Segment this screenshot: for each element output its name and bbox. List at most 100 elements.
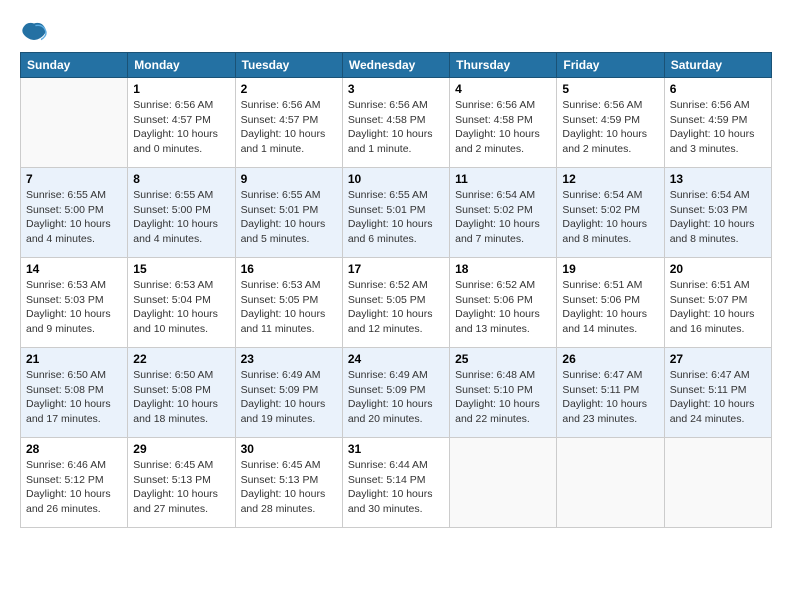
- day-info: Sunrise: 6:51 AM Sunset: 5:06 PM Dayligh…: [562, 278, 658, 337]
- calendar-cell: 4 Sunrise: 6:56 AM Sunset: 4:58 PM Daylig…: [450, 78, 557, 168]
- day-info: Sunrise: 6:55 AM Sunset: 5:01 PM Dayligh…: [241, 188, 337, 247]
- day-info: Sunrise: 6:56 AM Sunset: 4:57 PM Dayligh…: [133, 98, 229, 157]
- calendar-cell: 31Sunrise: 6:44 AM Sunset: 5:14 PM Dayli…: [342, 438, 449, 528]
- logo-icon: [20, 20, 48, 48]
- day-number: 16: [241, 262, 337, 276]
- calendar-cell: 15Sunrise: 6:53 AM Sunset: 5:04 PM Dayli…: [128, 258, 235, 348]
- day-number: 27: [670, 352, 766, 366]
- day-number: 9: [241, 172, 337, 186]
- day-info: Sunrise: 6:56 AM Sunset: 4:58 PM Dayligh…: [348, 98, 444, 157]
- day-info: Sunrise: 6:45 AM Sunset: 5:13 PM Dayligh…: [133, 458, 229, 517]
- calendar-cell: 12 Sunrise: 6:54 AM Sunset: 5:02 PM Dayli…: [557, 168, 664, 258]
- week-row-3: 14 Sunrise: 6:53 AM Sunset: 5:03 PM Dayli…: [21, 258, 772, 348]
- day-info: Sunrise: 6:50 AM Sunset: 5:08 PM Dayligh…: [133, 368, 229, 427]
- day-number: 6: [670, 82, 766, 96]
- day-info: Sunrise: 6:55 AM Sunset: 5:00 PM Dayligh…: [26, 188, 122, 247]
- day-info: Sunrise: 6:53 AM Sunset: 5:03 PM Dayligh…: [26, 278, 122, 337]
- day-info: Sunrise: 6:54 AM Sunset: 5:02 PM Dayligh…: [562, 188, 658, 247]
- calendar-cell: [557, 438, 664, 528]
- day-number: 18: [455, 262, 551, 276]
- day-info: Sunrise: 6:46 AM Sunset: 5:12 PM Dayligh…: [26, 458, 122, 517]
- calendar-header-row: SundayMondayTuesdayWednesdayThursdayFrid…: [21, 53, 772, 78]
- calendar-cell: 1 Sunrise: 6:56 AM Sunset: 4:57 PM Daylig…: [128, 78, 235, 168]
- calendar-cell: 6 Sunrise: 6:56 AM Sunset: 4:59 PM Daylig…: [664, 78, 771, 168]
- day-number: 29: [133, 442, 229, 456]
- calendar-cell: [450, 438, 557, 528]
- header-wednesday: Wednesday: [342, 53, 449, 78]
- day-number: 23: [241, 352, 337, 366]
- calendar-cell: 5 Sunrise: 6:56 AM Sunset: 4:59 PM Daylig…: [557, 78, 664, 168]
- day-info: Sunrise: 6:47 AM Sunset: 5:11 PM Dayligh…: [562, 368, 658, 427]
- calendar-cell: 25Sunrise: 6:48 AM Sunset: 5:10 PM Dayli…: [450, 348, 557, 438]
- calendar-cell: 26 Sunrise: 6:47 AM Sunset: 5:11 PM Dayli…: [557, 348, 664, 438]
- day-info: Sunrise: 6:47 AM Sunset: 5:11 PM Dayligh…: [670, 368, 766, 427]
- day-info: Sunrise: 6:52 AM Sunset: 5:05 PM Dayligh…: [348, 278, 444, 337]
- day-number: 11: [455, 172, 551, 186]
- day-number: 7: [26, 172, 122, 186]
- day-info: Sunrise: 6:53 AM Sunset: 5:04 PM Dayligh…: [133, 278, 229, 337]
- day-info: Sunrise: 6:50 AM Sunset: 5:08 PM Dayligh…: [26, 368, 122, 427]
- day-number: 19: [562, 262, 658, 276]
- calendar-cell: 20 Sunrise: 6:51 AM Sunset: 5:07 PM Dayli…: [664, 258, 771, 348]
- calendar-cell: 11 Sunrise: 6:54 AM Sunset: 5:02 PM Dayli…: [450, 168, 557, 258]
- calendar-cell: [21, 78, 128, 168]
- calendar-cell: 22 Sunrise: 6:50 AM Sunset: 5:08 PM Dayli…: [128, 348, 235, 438]
- day-info: Sunrise: 6:51 AM Sunset: 5:07 PM Dayligh…: [670, 278, 766, 337]
- day-info: Sunrise: 6:48 AM Sunset: 5:10 PM Dayligh…: [455, 368, 551, 427]
- day-number: 4: [455, 82, 551, 96]
- calendar-cell: 8 Sunrise: 6:55 AM Sunset: 5:00 PM Daylig…: [128, 168, 235, 258]
- day-info: Sunrise: 6:56 AM Sunset: 4:59 PM Dayligh…: [670, 98, 766, 157]
- day-info: Sunrise: 6:54 AM Sunset: 5:02 PM Dayligh…: [455, 188, 551, 247]
- day-info: Sunrise: 6:53 AM Sunset: 5:05 PM Dayligh…: [241, 278, 337, 337]
- calendar-cell: 13Sunrise: 6:54 AM Sunset: 5:03 PM Dayli…: [664, 168, 771, 258]
- day-info: Sunrise: 6:56 AM Sunset: 4:59 PM Dayligh…: [562, 98, 658, 157]
- day-info: Sunrise: 6:55 AM Sunset: 5:00 PM Dayligh…: [133, 188, 229, 247]
- calendar-cell: 21Sunrise: 6:50 AM Sunset: 5:08 PM Dayli…: [21, 348, 128, 438]
- calendar-cell: 16 Sunrise: 6:53 AM Sunset: 5:05 PM Dayli…: [235, 258, 342, 348]
- day-number: 22: [133, 352, 229, 366]
- calendar-cell: 28 Sunrise: 6:46 AM Sunset: 5:12 PM Dayli…: [21, 438, 128, 528]
- calendar-cell: 7 Sunrise: 6:55 AM Sunset: 5:00 PM Daylig…: [21, 168, 128, 258]
- calendar-cell: 14 Sunrise: 6:53 AM Sunset: 5:03 PM Dayli…: [21, 258, 128, 348]
- header-tuesday: Tuesday: [235, 53, 342, 78]
- day-info: Sunrise: 6:45 AM Sunset: 5:13 PM Dayligh…: [241, 458, 337, 517]
- day-number: 8: [133, 172, 229, 186]
- calendar-cell: 18 Sunrise: 6:52 AM Sunset: 5:06 PM Dayli…: [450, 258, 557, 348]
- day-number: 20: [670, 262, 766, 276]
- day-info: Sunrise: 6:49 AM Sunset: 5:09 PM Dayligh…: [348, 368, 444, 427]
- calendar-cell: 29 Sunrise: 6:45 AM Sunset: 5:13 PM Dayli…: [128, 438, 235, 528]
- day-number: 14: [26, 262, 122, 276]
- day-number: 5: [562, 82, 658, 96]
- week-row-4: 21Sunrise: 6:50 AM Sunset: 5:08 PM Dayli…: [21, 348, 772, 438]
- calendar-cell: 3 Sunrise: 6:56 AM Sunset: 4:58 PM Daylig…: [342, 78, 449, 168]
- calendar-table: SundayMondayTuesdayWednesdayThursdayFrid…: [20, 52, 772, 528]
- calendar-cell: 17 Sunrise: 6:52 AM Sunset: 5:05 PM Dayli…: [342, 258, 449, 348]
- day-number: 17: [348, 262, 444, 276]
- logo: [20, 20, 50, 48]
- day-number: 10: [348, 172, 444, 186]
- day-info: Sunrise: 6:54 AM Sunset: 5:03 PM Dayligh…: [670, 188, 766, 247]
- week-row-1: 1 Sunrise: 6:56 AM Sunset: 4:57 PM Daylig…: [21, 78, 772, 168]
- calendar-cell: 19 Sunrise: 6:51 AM Sunset: 5:06 PM Dayli…: [557, 258, 664, 348]
- calendar-cell: 30 Sunrise: 6:45 AM Sunset: 5:13 PM Dayli…: [235, 438, 342, 528]
- day-info: Sunrise: 6:56 AM Sunset: 4:58 PM Dayligh…: [455, 98, 551, 157]
- day-number: 26: [562, 352, 658, 366]
- day-info: Sunrise: 6:56 AM Sunset: 4:57 PM Dayligh…: [241, 98, 337, 157]
- header-friday: Friday: [557, 53, 664, 78]
- calendar-cell: 23Sunrise: 6:49 AM Sunset: 5:09 PM Dayli…: [235, 348, 342, 438]
- header-thursday: Thursday: [450, 53, 557, 78]
- calendar-cell: [664, 438, 771, 528]
- calendar-cell: 2Sunrise: 6:56 AM Sunset: 4:57 PM Daylig…: [235, 78, 342, 168]
- day-number: 30: [241, 442, 337, 456]
- day-number: 12: [562, 172, 658, 186]
- week-row-5: 28 Sunrise: 6:46 AM Sunset: 5:12 PM Dayli…: [21, 438, 772, 528]
- day-number: 3: [348, 82, 444, 96]
- calendar-cell: 9 Sunrise: 6:55 AM Sunset: 5:01 PM Daylig…: [235, 168, 342, 258]
- day-number: 1: [133, 82, 229, 96]
- day-number: 28: [26, 442, 122, 456]
- day-info: Sunrise: 6:44 AM Sunset: 5:14 PM Dayligh…: [348, 458, 444, 517]
- day-info: Sunrise: 6:52 AM Sunset: 5:06 PM Dayligh…: [455, 278, 551, 337]
- header-monday: Monday: [128, 53, 235, 78]
- page-header: [20, 20, 772, 48]
- day-info: Sunrise: 6:55 AM Sunset: 5:01 PM Dayligh…: [348, 188, 444, 247]
